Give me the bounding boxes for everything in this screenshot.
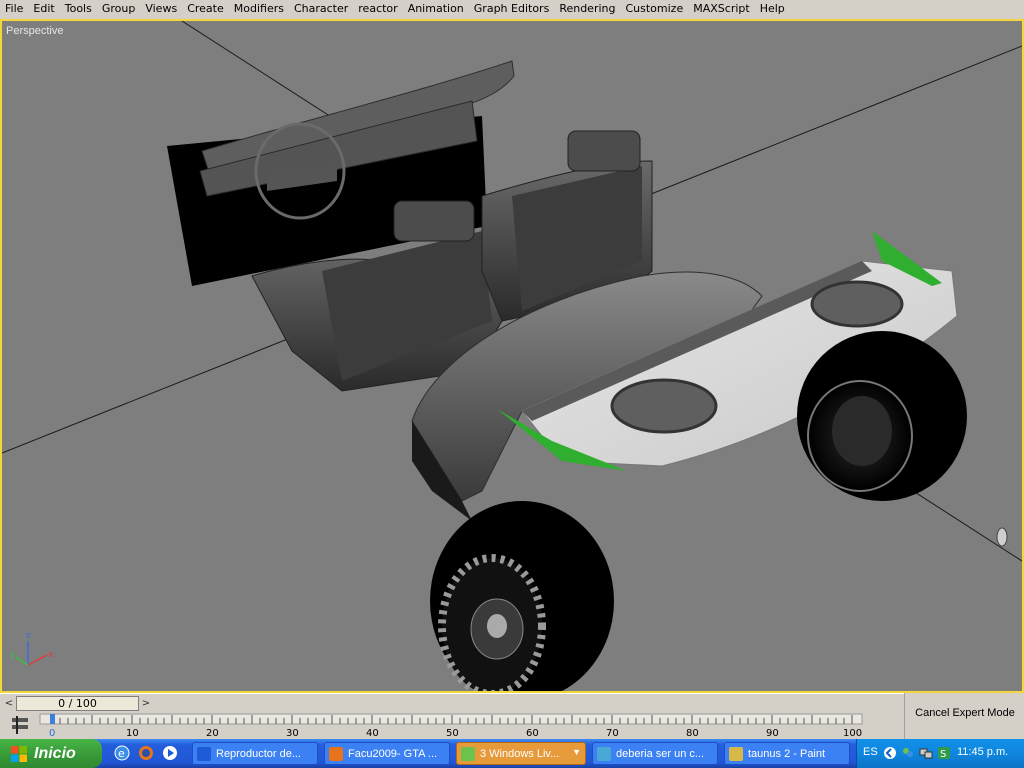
viewport-scene: z x y	[2, 21, 1022, 691]
media-player-icon[interactable]	[162, 745, 178, 761]
cancel-expert-mode-button[interactable]: Cancel Expert Mode	[909, 707, 1021, 719]
task-media-player[interactable]: Reproductor de...	[192, 742, 318, 765]
axis-z-label: z	[26, 631, 31, 641]
menu-customize[interactable]: Customize	[620, 1, 688, 17]
time-slider-prev-button[interactable]: <	[2, 696, 16, 711]
start-button[interactable]: Inicio	[0, 739, 102, 768]
axis-tripod: z x y	[10, 631, 54, 666]
menu-views[interactable]: Views	[140, 1, 182, 17]
menu-edit[interactable]: Edit	[28, 1, 59, 17]
menu-help[interactable]: Help	[755, 1, 790, 17]
menu-rendering[interactable]: Rendering	[554, 1, 620, 17]
system-tray: ES S 11:45 p.m.	[856, 739, 1024, 768]
front-wheel-model[interactable]	[430, 501, 614, 691]
windows-logo-icon	[11, 745, 27, 762]
time-slider[interactable]: < 0 / 100 >	[0, 693, 904, 712]
clock[interactable]: 11:45 p.m.	[957, 746, 1008, 758]
track-bar[interactable]: 0 10 20 30 40 50 60 70 80 90 100	[0, 712, 904, 739]
task-label: Facu2009- GTA ...	[348, 747, 438, 760]
status-panel: Cancel Expert Mode	[904, 693, 1024, 739]
start-label: Inicio	[34, 744, 76, 762]
svg-text:S: S	[940, 749, 946, 760]
frame-tick-label: 50	[446, 728, 459, 739]
task-label: taunus 2 - Paint	[748, 747, 826, 760]
current-frame-marker[interactable]	[50, 714, 55, 724]
menu-maxscript[interactable]: MAXScript	[688, 1, 754, 17]
viewport-label[interactable]: Perspective	[6, 25, 63, 37]
frame-tick-label: 70	[606, 728, 619, 739]
menu-animation[interactable]: Animation	[403, 1, 469, 17]
frame-tick-label: 40	[366, 728, 379, 739]
object-gizmo[interactable]	[996, 527, 1008, 547]
frame-tick-label: 80	[686, 728, 699, 739]
language-indicator[interactable]: ES	[863, 746, 878, 758]
task-label: deberia ser un c...	[616, 747, 705, 760]
menu-group[interactable]: Group	[97, 1, 141, 17]
frame-tick-label: 90	[766, 728, 779, 739]
time-slider-next-button[interactable]: >	[139, 696, 153, 711]
menu-tools[interactable]: Tools	[60, 1, 97, 17]
track-bar-ruler: 0 10 20 30 40 50 60 70 80 90 100	[39, 713, 863, 739]
menu-create[interactable]: Create	[182, 1, 229, 17]
frame-tick-label: 20	[206, 728, 219, 739]
messenger-icon[interactable]	[901, 746, 915, 760]
menu-reactor[interactable]: reactor	[353, 1, 402, 17]
frame-tick-label: 0	[49, 728, 55, 739]
axis-y-label: y	[10, 650, 16, 660]
key-filter-icon[interactable]	[10, 716, 30, 734]
menu-bar: File Edit Tools Group Views Create Modif…	[0, 0, 1024, 18]
taskbar: Inicio e Reproductor de... Facu2009- GTA…	[0, 739, 1024, 768]
task-windows-live[interactable]: 3 Windows Liv... ▼	[456, 742, 586, 765]
messenger-icon	[461, 746, 475, 761]
3dsmax-icon	[597, 746, 611, 761]
frame-tick-label: 100	[843, 728, 862, 739]
menu-file[interactable]: File	[0, 1, 28, 17]
media-player-icon	[197, 746, 211, 761]
task-3dsmax[interactable]: deberia ser un c...	[592, 742, 718, 765]
rear-wheel-model[interactable]	[797, 331, 967, 501]
ie-icon[interactable]: e	[114, 745, 130, 761]
menu-graph-editors[interactable]: Graph Editors	[469, 1, 555, 17]
time-slider-thumb[interactable]: 0 / 100	[16, 696, 139, 711]
task-paint[interactable]: taunus 2 - Paint	[724, 742, 850, 765]
svg-text:e: e	[118, 747, 125, 760]
security-icon[interactable]: S	[937, 746, 951, 760]
chevron-down-icon[interactable]: ▼	[572, 747, 581, 757]
firefox-icon	[329, 746, 343, 761]
task-firefox[interactable]: Facu2009- GTA ...	[324, 742, 450, 765]
task-label: Reproductor de...	[216, 747, 301, 760]
3dsmax-window: File Edit Tools Group Views Create Modif…	[0, 0, 1024, 768]
axis-x-label: x	[48, 650, 54, 660]
task-label: 3 Windows Liv...	[480, 747, 560, 760]
frame-tick-label: 60	[526, 728, 539, 739]
chevron-left-icon[interactable]	[883, 746, 897, 760]
network-icon[interactable]	[919, 746, 933, 760]
menu-character[interactable]: Character	[289, 1, 353, 17]
paint-icon	[729, 746, 743, 761]
frame-tick-label: 30	[286, 728, 299, 739]
frame-tick-label: 10	[126, 728, 139, 739]
perspective-viewport[interactable]: z x y Perspective	[0, 19, 1024, 693]
firefox-icon[interactable]	[138, 745, 154, 761]
menu-modifiers[interactable]: Modifiers	[229, 1, 289, 17]
